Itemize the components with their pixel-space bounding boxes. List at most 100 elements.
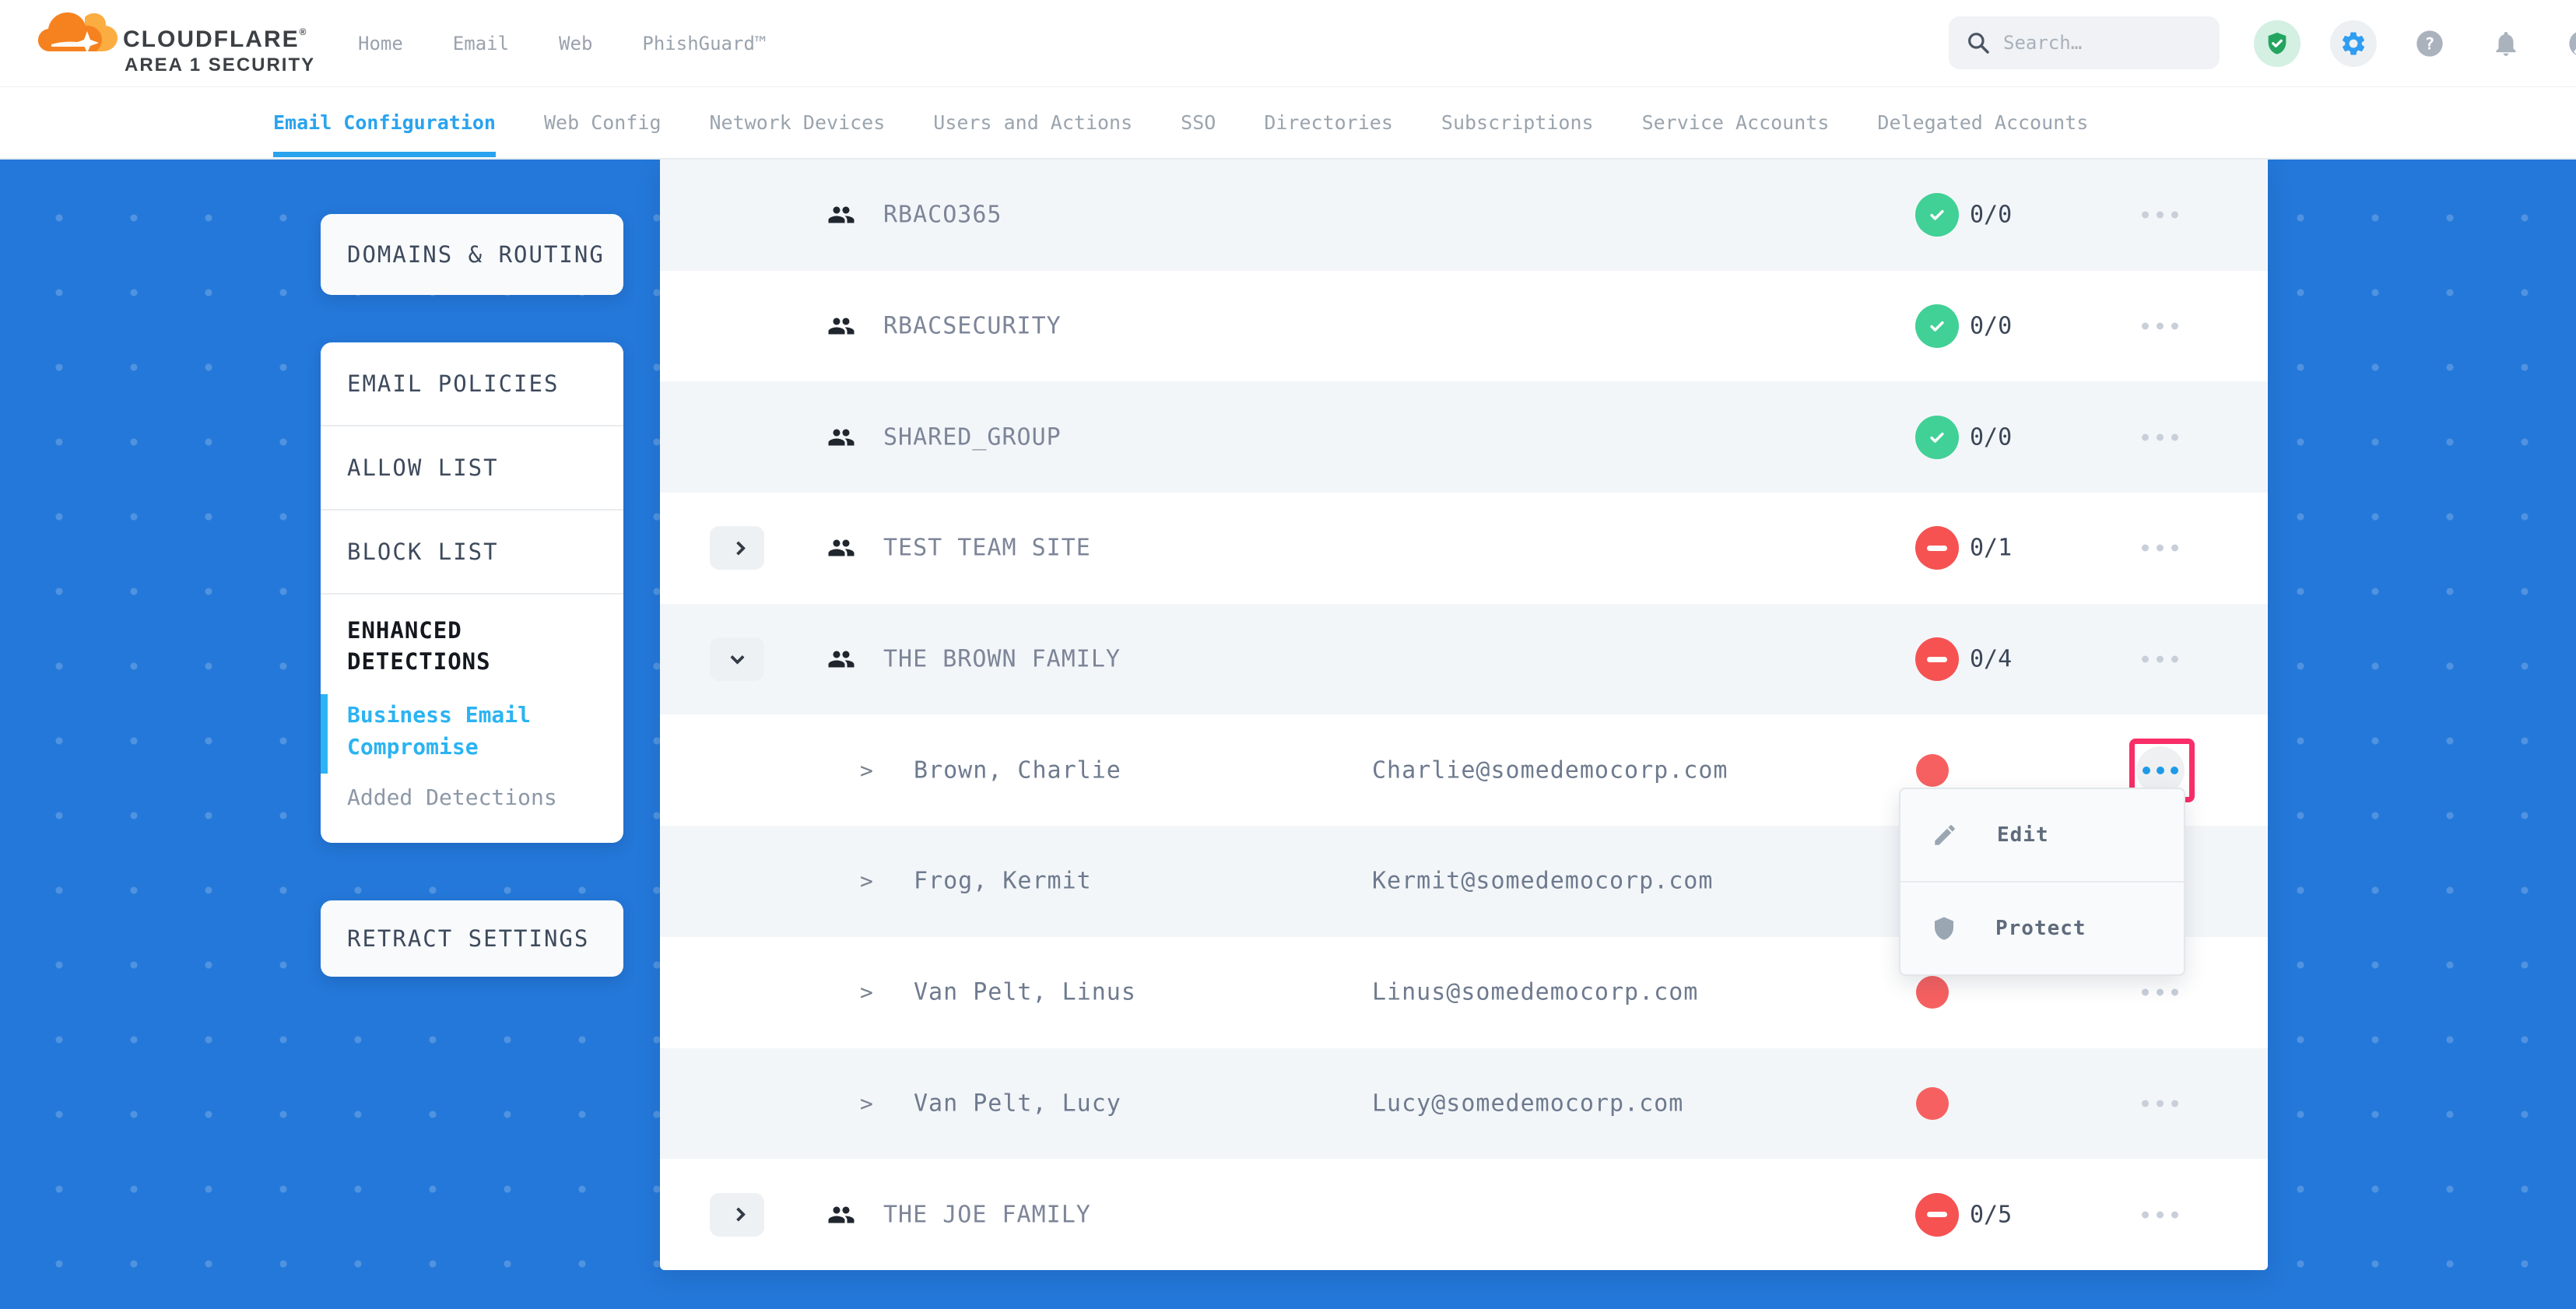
tab-network-devices[interactable]: Network Devices	[710, 86, 886, 159]
sidebar-item-added-detections[interactable]: Added Detections	[347, 784, 600, 810]
tab-delegated-accounts[interactable]: Delegated Accounts	[1877, 86, 2088, 159]
table-row-group[interactable]: SHARED_GROUP 0/0	[660, 381, 2268, 493]
account-avatar-icon[interactable]	[2559, 20, 2576, 67]
chevron-right-icon	[731, 1207, 745, 1221]
group-name: TEST TEAM SITE	[883, 535, 1091, 562]
protected-count: 0/1	[1970, 535, 2012, 562]
sidebar-item-email-policies[interactable]: EMAIL POLICIES	[321, 342, 623, 426]
group-people-icon	[827, 645, 855, 673]
row-menu-button[interactable]	[2142, 1196, 2178, 1233]
allow-list-label: ALLOW LIST	[347, 454, 499, 481]
svg-text:?: ?	[2424, 35, 2434, 54]
tab-service-accounts[interactable]: Service Accounts	[1642, 86, 1830, 159]
row-menu-button[interactable]	[2142, 974, 2178, 1011]
table-row-group[interactable]: RBACO365 0/0	[660, 160, 2268, 271]
sidebar-item-allow-list[interactable]: ALLOW LIST	[321, 426, 623, 511]
tab-email-configuration[interactable]: Email Configuration	[273, 86, 496, 159]
brand-subtitle: AREA 1 SECURITY	[125, 54, 315, 76]
chevron-right-icon	[731, 541, 745, 555]
search-box[interactable]	[1949, 16, 2220, 69]
settings-gear-icon[interactable]	[2330, 20, 2377, 67]
tab-directories[interactable]: Directories	[1264, 86, 1393, 159]
enhanced-detections-title: ENHANCED DETECTIONS	[347, 615, 600, 677]
sidebar-item-retract-settings[interactable]: RETRACT SETTINGS	[321, 900, 623, 977]
tab-users-and-actions[interactable]: Users and Actions	[933, 86, 1132, 159]
member-email: Lucy@somedemocorp.com	[1372, 1090, 1683, 1117]
nav-phishguard[interactable]: PhishGuard™	[642, 33, 766, 54]
tab-subscriptions[interactable]: Subscriptions	[1441, 86, 1594, 159]
search-input[interactable]	[2003, 32, 2190, 54]
domains-routing-label: DOMAINS & ROUTING	[347, 241, 605, 268]
group-name: SHARED_GROUP	[883, 423, 1062, 451]
alert-status-dot	[1916, 754, 1949, 787]
group-people-icon	[827, 312, 855, 340]
group-people-icon	[827, 534, 855, 562]
member-chevron-icon: >	[860, 1090, 873, 1116]
status-badge-check	[1915, 304, 1959, 348]
table-row-member[interactable]: > Van Pelt, Lucy Lucy@somedemocorp.com	[660, 1048, 2268, 1160]
nav-web[interactable]: Web	[559, 33, 592, 54]
menu-item-label: Edit	[1997, 823, 2049, 847]
menu-item-protect[interactable]: Protect	[1900, 883, 2184, 974]
row-menu-button[interactable]	[2142, 197, 2178, 233]
sidebar-policies-card: EMAIL POLICIES ALLOW LIST BLOCK LIST ENH…	[321, 342, 623, 843]
table-row-group[interactable]: RBACSECURITY 0/0	[660, 271, 2268, 382]
row-menu-button[interactable]	[2142, 308, 2178, 345]
status-badge-minus	[1915, 526, 1959, 570]
status-badge-minus	[1915, 1193, 1959, 1237]
header-icons: ?	[2254, 0, 2576, 87]
member-chevron-icon: >	[860, 869, 873, 894]
table-row-group[interactable]: THE BROWN FAMILY 0/4	[660, 604, 2268, 715]
registered-mark: ®	[300, 26, 308, 37]
group-people-icon	[827, 1201, 855, 1229]
group-name: RBACO365	[883, 202, 1002, 229]
sidebar-item-business-email-compromise[interactable]: Business Email Compromise	[347, 699, 600, 763]
shield-icon	[1932, 916, 1957, 941]
help-icon[interactable]: ?	[2406, 20, 2453, 67]
member-chevron-icon: >	[860, 980, 873, 1005]
context-menu: Edit Protect	[1899, 788, 2185, 976]
email-policies-label: EMAIL POLICIES	[347, 370, 559, 397]
member-email: Kermit@somedemocorp.com	[1372, 868, 1713, 895]
notifications-bell-icon[interactable]	[2483, 20, 2529, 67]
row-menu-button[interactable]	[2142, 419, 2178, 455]
menu-item-edit[interactable]: Edit	[1900, 789, 2184, 881]
member-email: Charlie@somedemocorp.com	[1372, 756, 1728, 784]
active-item-indicator	[321, 694, 328, 774]
nav-email[interactable]: Email	[453, 33, 509, 54]
status-badge-check	[1915, 193, 1959, 237]
member-name: Van Pelt, Lucy	[914, 1090, 1121, 1117]
protected-count: 0/4	[1970, 646, 2012, 673]
expand-group-button[interactable]	[710, 526, 764, 570]
sidebar-item-block-list[interactable]: BLOCK LIST	[321, 511, 623, 595]
table-row-group[interactable]: TEST TEAM SITE 0/1	[660, 493, 2268, 604]
tab-sso[interactable]: SSO	[1181, 86, 1216, 159]
pencil-icon	[1932, 822, 1958, 848]
protected-count: 0/0	[1970, 313, 2012, 340]
security-shield-check-icon[interactable]	[2254, 20, 2301, 67]
group-name: THE JOE FAMILY	[883, 1201, 1091, 1228]
menu-item-label: Protect	[1995, 917, 2086, 940]
enhanced-detections-section: ENHANCED DETECTIONS Business Email Compr…	[321, 595, 623, 843]
alert-status-dot	[1916, 976, 1949, 1009]
group-name: THE BROWN FAMILY	[883, 646, 1121, 673]
settings-sidebar: DOMAINS & ROUTING EMAIL POLICIES ALLOW L…	[321, 214, 623, 977]
group-people-icon	[827, 201, 855, 229]
tab-web-config[interactable]: Web Config	[544, 86, 662, 159]
cloudflare-logo-icon	[37, 8, 118, 53]
groups-table: RBACO365 0/0 RBACSECURITY 0/0 SHARED_GRO…	[660, 160, 2268, 1270]
table-row-group[interactable]: THE JOE FAMILY 0/5	[660, 1159, 2268, 1270]
row-menu-button[interactable]	[2142, 1085, 2178, 1121]
row-menu-button[interactable]	[2142, 641, 2178, 678]
member-name: Van Pelt, Linus	[914, 979, 1136, 1006]
brand-name: CLOUDFLARE®	[123, 26, 308, 53]
row-menu-button[interactable]	[2142, 530, 2178, 567]
member-chevron-icon: >	[860, 757, 873, 783]
sidebar-item-domains-routing[interactable]: DOMAINS & ROUTING	[321, 214, 623, 295]
member-name: Frog, Kermit	[914, 868, 1092, 895]
group-name: RBACSECURITY	[883, 313, 1062, 340]
search-icon	[1966, 30, 1991, 55]
collapse-group-button[interactable]	[710, 637, 764, 681]
expand-group-button[interactable]	[710, 1193, 764, 1237]
nav-home[interactable]: Home	[358, 33, 403, 54]
